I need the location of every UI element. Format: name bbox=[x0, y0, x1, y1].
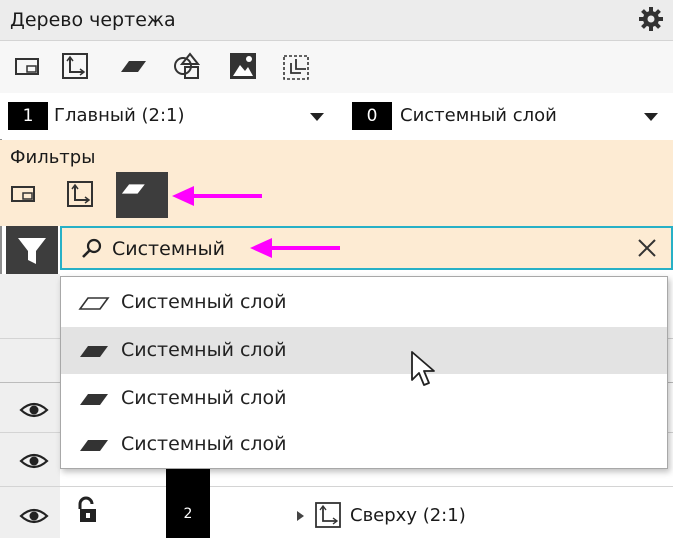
selector-row: 1 Главный (2:1) 0 Системный слой bbox=[0, 93, 673, 139]
tree-item-label[interactable]: Сверху (2:1) bbox=[350, 503, 466, 529]
expand-arrow-icon[interactable] bbox=[297, 511, 304, 521]
view-selector-value: Главный (2:1) bbox=[54, 105, 185, 126]
lock-open-icon[interactable] bbox=[74, 496, 100, 526]
view-icon bbox=[314, 501, 342, 529]
close-icon bbox=[638, 239, 656, 257]
suggestion-label: Системный слой bbox=[121, 339, 287, 361]
layer-selector-value: Системный слой bbox=[400, 105, 557, 126]
filter-view-icon[interactable] bbox=[62, 176, 96, 210]
search-suggestions: Системный слой Системный слой Системный … bbox=[60, 276, 668, 469]
sheet-icon[interactable] bbox=[12, 51, 42, 81]
suggestion-item[interactable]: Системный слой bbox=[61, 327, 667, 374]
suggestion-item[interactable]: Системный слой bbox=[61, 421, 667, 468]
suggestion-item[interactable]: Системный слой bbox=[61, 375, 667, 422]
chevron-down-icon bbox=[644, 113, 658, 121]
eye-icon[interactable] bbox=[19, 450, 49, 472]
clear-search-button[interactable] bbox=[633, 234, 661, 262]
layer-number: 2 bbox=[183, 506, 193, 522]
highlight-arrow-icon bbox=[250, 238, 340, 258]
filters-label: Фильтры bbox=[10, 147, 96, 168]
funnel-icon bbox=[18, 238, 46, 264]
highlight-arrow-icon bbox=[172, 186, 262, 206]
layer-outline-icon bbox=[78, 297, 110, 310]
mouse-cursor-icon bbox=[411, 351, 435, 386]
toolbar bbox=[0, 41, 673, 93]
layer-selector[interactable]: 0 Системный слой bbox=[352, 98, 667, 134]
object-shapes-icon[interactable] bbox=[172, 51, 202, 81]
gear-icon[interactable] bbox=[637, 5, 665, 33]
layer-number-cell bbox=[166, 462, 210, 538]
suggestion-label: Системный слой bbox=[121, 291, 287, 313]
layer-filled-icon bbox=[80, 346, 108, 357]
layer-filled-icon bbox=[80, 394, 108, 405]
view-selector[interactable]: 1 Главный (2:1) bbox=[8, 98, 334, 134]
suggestion-label: Системный слой bbox=[121, 387, 287, 409]
layer-icon[interactable] bbox=[118, 51, 148, 81]
layer-number-badge: 0 bbox=[352, 102, 392, 130]
filter-sheet-icon[interactable] bbox=[6, 176, 40, 210]
panel-titlebar: Дерево чертежа bbox=[0, 0, 673, 41]
view-number-badge: 1 bbox=[8, 102, 48, 130]
filter-layer-icon[interactable] bbox=[116, 172, 168, 218]
suggestion-item[interactable]: Системный слой bbox=[61, 279, 667, 326]
search-row: Системный bbox=[0, 226, 673, 274]
image-icon[interactable] bbox=[228, 51, 258, 81]
eye-icon[interactable] bbox=[19, 505, 49, 527]
panel-title: Дерево чертежа bbox=[10, 9, 176, 31]
search-icon bbox=[82, 238, 102, 258]
search-query: Системный bbox=[112, 238, 225, 260]
suggestion-label: Системный слой bbox=[121, 433, 287, 455]
filters-section: Фильтры bbox=[0, 140, 673, 226]
chevron-down-icon bbox=[310, 113, 324, 121]
search-input[interactable]: Системный bbox=[60, 226, 673, 270]
row-divider bbox=[0, 486, 673, 487]
eye-icon[interactable] bbox=[19, 399, 49, 421]
filter-toggle-button[interactable] bbox=[6, 226, 58, 274]
view-icon[interactable] bbox=[60, 51, 90, 81]
local-coordinates-icon[interactable] bbox=[282, 51, 312, 81]
layer-filled-icon bbox=[80, 440, 108, 451]
